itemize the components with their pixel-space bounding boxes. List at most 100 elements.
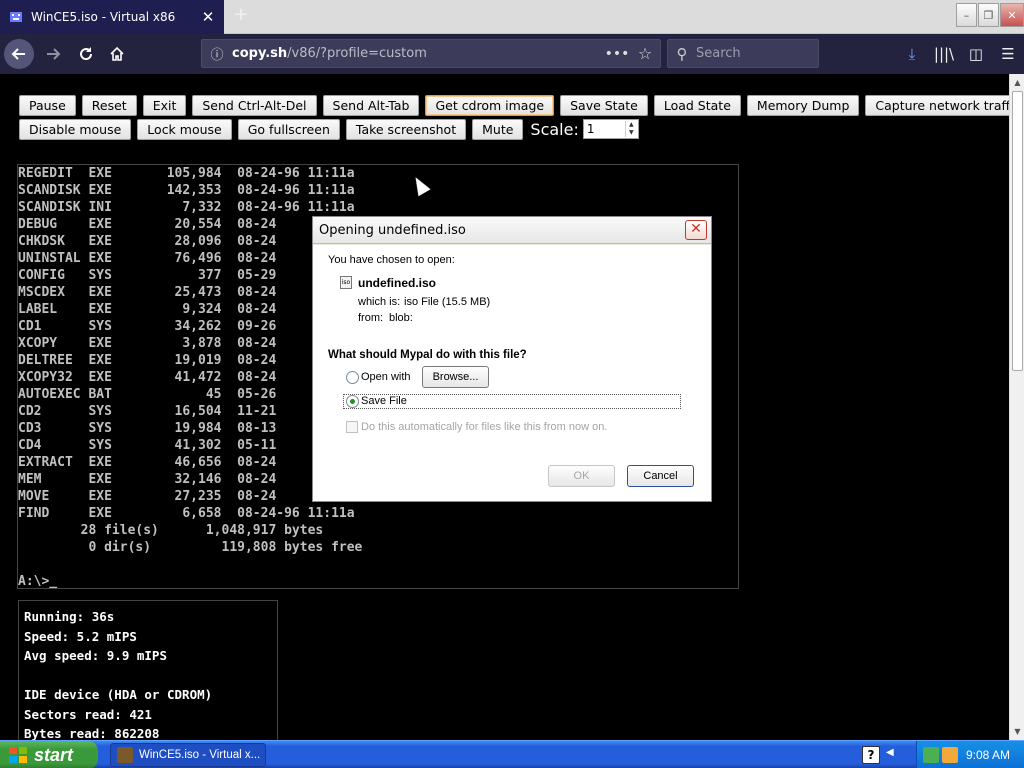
scale-spinner-icon[interactable]: ▲ ▼ [624, 121, 637, 137]
site-info-icon[interactable]: ⓘ [202, 44, 232, 63]
minimize-icon[interactable]: – [956, 3, 977, 27]
dialog-body: You have chosen to open: iso undefined.i… [313, 245, 711, 501]
downloads-icon[interactable]: ⤓ [896, 34, 928, 74]
dialog-titlebar: Opening undefined.iso ✕ [313, 217, 711, 244]
dialog-close-icon[interactable]: ✕ [685, 220, 707, 240]
tab-active[interactable]: WinCE5.iso - Virtual x86 ✕ [0, 0, 224, 34]
scale-input[interactable]: 1 ▲ ▼ [582, 119, 639, 139]
back-icon[interactable] [4, 39, 34, 69]
lock-mouse-button[interactable]: Lock mouse [137, 119, 232, 140]
forward-icon[interactable] [38, 39, 68, 69]
sidebar-icon[interactable]: ◫ [960, 34, 992, 74]
windows-logo-icon [8, 746, 28, 764]
dos-line: XCOPY EXE 3,878 08-24 [18, 336, 277, 351]
menu-icon[interactable]: ☰ [992, 34, 1024, 74]
system-tray: 9:08 AM [916, 741, 1024, 768]
pause-button[interactable]: Pause [19, 95, 76, 116]
tray-expand-icon[interactable]: ◀ [886, 747, 894, 758]
search-tray-icon[interactable] [942, 747, 958, 763]
reload-icon[interactable] [71, 39, 101, 69]
url-bar[interactable]: ⓘ copy.sh/v86/?profile=custom ••• ☆ [201, 39, 661, 68]
which-is-value: iso File (15.5 MB) [404, 296, 491, 308]
dos-line: AUTOEXEC BAT 45 05-26 [18, 387, 277, 402]
dos-line: CD4 SYS 41,302 05-11 [18, 438, 277, 453]
dos-line: SCANDISK EXE 142,353 08-24-96 11:11a [18, 183, 355, 198]
dos-line: MSCDEX EXE 25,473 08-24 [18, 285, 277, 300]
save-file-label: Save File [361, 395, 407, 407]
memory-dump-button[interactable]: Memory Dump [746, 95, 860, 116]
scroll-up-icon[interactable]: ▲ [1010, 74, 1024, 91]
start-button[interactable]: start [0, 741, 98, 768]
search-placeholder: Search [696, 46, 741, 61]
scale-value: 1 [586, 122, 595, 136]
which-is-label: which is: [358, 296, 401, 308]
dos-line: CD2 SYS 16,504 11-21 [18, 404, 277, 419]
page-scrollbar[interactable]: ▲ ▼ [1009, 74, 1024, 740]
bookmark-star-icon[interactable]: ☆ [630, 44, 660, 63]
go-fullscreen-button[interactable]: Go fullscreen [237, 119, 340, 140]
dos-line: FIND EXE 6,658 08-24-96 11:11a [18, 506, 355, 521]
start-label: start [34, 744, 74, 765]
dos-line [18, 556, 362, 573]
dialog-title: Opening undefined.iso [319, 222, 466, 238]
control-buttons-row-2: Disable mouse Lock mouse Go fullscreen T… [19, 119, 639, 140]
from-value: blob: [389, 312, 413, 324]
send-alt-tab-button[interactable]: Send Alt-Tab [322, 95, 420, 116]
dos-line: LABEL EXE 9,324 08-24 [18, 302, 277, 317]
auto-label: Do this automatically for files like thi… [361, 421, 608, 433]
library-icon[interactable]: |||\ [928, 34, 960, 74]
exit-button[interactable]: Exit [142, 95, 187, 116]
tab-close-icon[interactable]: ✕ [198, 8, 218, 26]
restore-icon[interactable]: ❐ [978, 3, 999, 27]
clock: 9:08 AM [966, 748, 1011, 762]
dos-line: XCOPY32 EXE 41,472 08-24 [18, 370, 277, 385]
home-icon[interactable] [102, 39, 132, 69]
dos-line: 0 dir(s) 119,808 bytes free [18, 540, 363, 555]
v86-favicon-icon [9, 10, 23, 24]
stats-line: Speed: 5.2 mIPS [24, 628, 137, 644]
save-state-button[interactable]: Save State [560, 95, 648, 116]
page-actions-icon[interactable]: ••• [604, 46, 630, 62]
dos-line: CONFIG SYS 377 05-29 [18, 268, 277, 283]
browse-button[interactable]: Browse... [422, 366, 489, 388]
new-tab-icon[interactable]: + [231, 6, 251, 26]
send-ctrl-alt-del-button[interactable]: Send Ctrl-Alt-Del [192, 95, 317, 116]
take-screenshot-button[interactable]: Take screenshot [345, 119, 467, 140]
window-close-icon[interactable]: ✕ [1000, 3, 1024, 27]
taskbar-item-browser[interactable]: WinCE5.iso - Virtual x... [110, 743, 266, 767]
help-icon[interactable]: ? [862, 746, 880, 764]
stats-line: Sectors read: 421 [24, 706, 152, 722]
dos-output: REGEDIT EXE 105,984 08-24-96 11:11a SCAND… [18, 165, 363, 588]
dos-line: REGEDIT EXE 105,984 08-24-96 11:11a [18, 166, 355, 181]
dos-line: CHKDSK EXE 28,096 08-24 [18, 234, 277, 249]
mute-button[interactable]: Mute [472, 119, 524, 140]
dos-line: CD3 SYS 19,984 08-13 [18, 421, 277, 436]
dos-line: CD1 SYS 34,262 09-26 [18, 319, 277, 334]
save-file-radio[interactable] [346, 395, 359, 408]
disable-mouse-button[interactable]: Disable mouse [19, 119, 132, 140]
scroll-down-icon[interactable]: ▼ [1010, 723, 1024, 740]
tab-title: WinCE5.iso - Virtual x86 [31, 10, 176, 24]
open-with-radio[interactable] [346, 371, 359, 384]
stats-line: Running: 36s [24, 609, 115, 624]
ok-button[interactable]: OK [548, 465, 615, 487]
dos-line: DEBUG EXE 20,554 08-24 [18, 217, 277, 232]
dos-line: 28 file(s) 1,048,917 bytes [18, 523, 324, 538]
network-icon[interactable] [923, 747, 939, 763]
get-cdrom-image-button[interactable]: Get cdrom image [425, 95, 555, 116]
dos-line: UNINSTAL EXE 76,496 08-24 [18, 251, 277, 266]
reset-button[interactable]: Reset [81, 95, 137, 116]
navigation-bar: ⓘ copy.sh/v86/?profile=custom ••• ☆ ⚲ Se… [0, 34, 1024, 74]
cancel-button[interactable]: Cancel [627, 465, 694, 487]
stats-line: Bytes read: 862208 [24, 726, 160, 740]
auto-checkbox[interactable] [346, 421, 358, 433]
taskbar: start WinCE5.iso - Virtual x... ? ◀ 9:08… [0, 740, 1024, 768]
search-box[interactable]: ⚲ Search [667, 39, 819, 68]
taskbar-item-label: WinCE5.iso - Virtual x... [139, 749, 261, 761]
search-icon: ⚲ [676, 44, 688, 63]
scroll-thumb[interactable] [1012, 91, 1023, 371]
load-state-button[interactable]: Load State [653, 95, 741, 116]
capture-network-traffic-button[interactable]: Capture network traffic [865, 95, 1009, 116]
stats-line [24, 666, 272, 686]
dialog-filename: undefined.iso [358, 276, 436, 290]
